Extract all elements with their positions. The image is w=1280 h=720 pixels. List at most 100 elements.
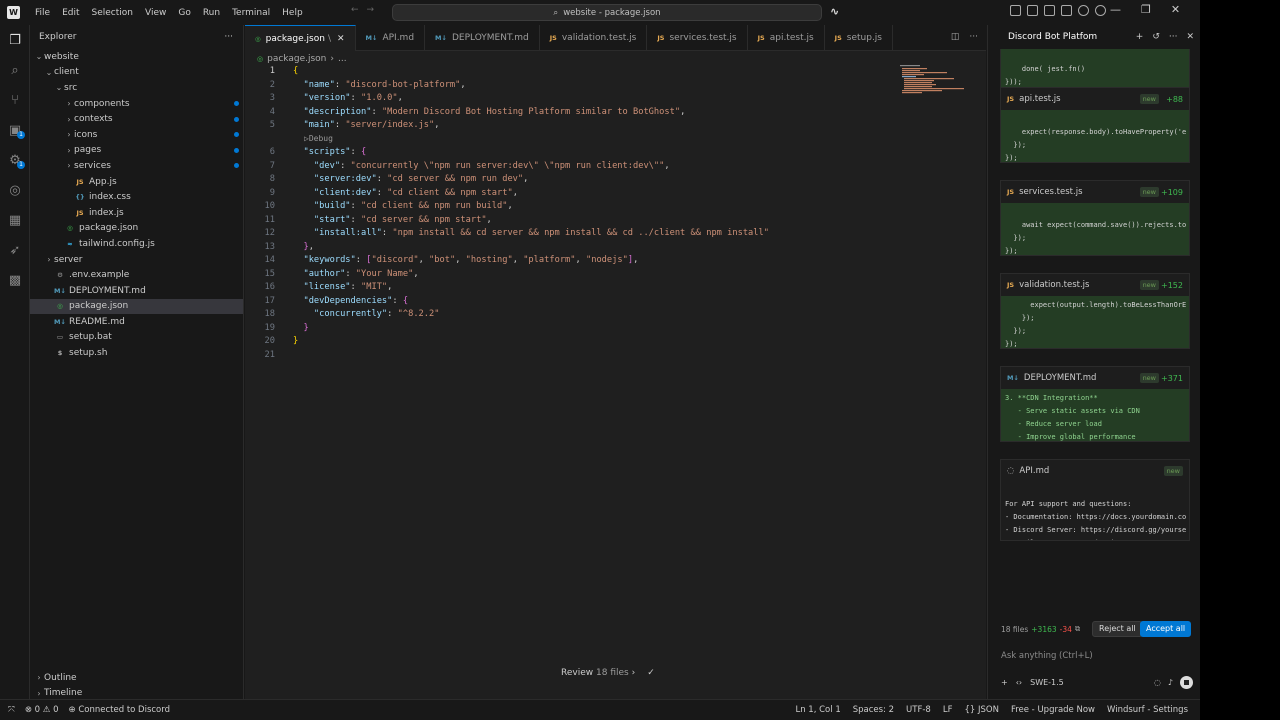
menu-selection[interactable]: Selection xyxy=(86,8,139,18)
encoding[interactable]: UTF-8 xyxy=(906,705,931,715)
connection-status[interactable]: ⊕ Connected to Discord xyxy=(69,705,171,715)
remote-indicator-icon[interactable]: ⤧ xyxy=(8,705,15,715)
menu-terminal[interactable]: Terminal xyxy=(226,8,276,18)
diff-card[interactable]: JS validation.test.js new +152 expect(outpu… xyxy=(1000,273,1190,349)
breadcrumb-more[interactable]: ... xyxy=(338,54,347,64)
tree-item[interactable]: ◎ package.json xyxy=(30,221,243,237)
tree-item[interactable]: ⚙ .env.example xyxy=(30,267,243,283)
tree-item[interactable]: ⌄ website xyxy=(30,49,243,65)
new-chat-icon[interactable]: + xyxy=(1136,32,1144,42)
deploy-icon[interactable]: ➶ xyxy=(0,235,30,265)
breadcrumb-file[interactable]: package.json xyxy=(267,54,326,64)
more-actions-icon[interactable]: ··· xyxy=(1169,32,1178,42)
tree-item[interactable]: {} index.css xyxy=(30,189,243,205)
search-view-icon[interactable]: ⌕ xyxy=(0,55,30,85)
command-center[interactable]: ⌕ website - package.json xyxy=(392,4,822,21)
tree-item[interactable]: JS index.js xyxy=(30,205,243,221)
minimap[interactable] xyxy=(900,65,968,95)
microphone-icon[interactable]: ♪ xyxy=(1168,678,1173,687)
chat-title[interactable]: Discord Bot Platfom xyxy=(1008,32,1097,42)
minimize-icon[interactable]: — xyxy=(1110,3,1121,16)
source-control-icon[interactable]: ⑂ xyxy=(0,85,30,115)
menu-run[interactable]: Run xyxy=(197,8,226,18)
model-selector[interactable]: SWE-1.5 xyxy=(1030,678,1064,687)
code-icon[interactable]: ‹› xyxy=(1016,678,1022,687)
diff-card-filename[interactable]: DEPLOYMENT.md xyxy=(1024,373,1097,383)
close-window-icon[interactable]: ✕ xyxy=(1171,3,1180,16)
chat-input[interactable]: Ask anything (Ctrl+L) xyxy=(1001,651,1093,661)
tab-deployment-md[interactable]: M↓ DEPLOYMENT.md xyxy=(425,25,540,51)
tree-item[interactable]: M↓ README.md xyxy=(30,314,243,330)
indentation[interactable]: Spaces: 2 xyxy=(853,705,894,715)
close-panel-icon[interactable]: ✕ xyxy=(1186,32,1194,42)
tree-item[interactable]: ▭ setup.bat xyxy=(30,330,243,346)
back-arrow-icon[interactable]: ← xyxy=(351,5,359,15)
extensions-icon[interactable]: ▣ 1 xyxy=(0,115,30,145)
grid-icon[interactable]: ▦ xyxy=(0,205,30,235)
tree-item[interactable]: › components xyxy=(30,96,243,112)
tree-item[interactable]: JS App.js xyxy=(30,174,243,190)
tab-package-json[interactable]: ◎ package.json \ ✕ xyxy=(245,25,356,51)
tree-item[interactable]: › pages xyxy=(30,143,243,159)
tree-item[interactable]: › icons xyxy=(30,127,243,143)
outline-section[interactable]: › Outline xyxy=(30,670,244,686)
stop-button[interactable] xyxy=(1180,676,1193,689)
windsurf-settings[interactable]: Windsurf - Settings xyxy=(1107,705,1188,715)
tab-api-md[interactable]: M↓ API.md xyxy=(356,25,426,51)
diff-card[interactable]: M↓ DEPLOYMENT.md new +371 3. **CDN Integrati… xyxy=(1000,366,1190,442)
customize-layout-icon[interactable] xyxy=(1061,5,1072,16)
add-context-icon[interactable]: + xyxy=(1001,678,1008,687)
menu-file[interactable]: File xyxy=(29,8,56,18)
checkmark-icon[interactable]: ✓ xyxy=(647,668,655,678)
close-tab-icon[interactable]: ✕ xyxy=(337,34,345,44)
tab-validation-test-js[interactable]: JS validation.test.js xyxy=(540,25,648,51)
eol[interactable]: LF xyxy=(943,705,953,715)
tree-item[interactable]: › services xyxy=(30,158,243,174)
toggle-primary-sidebar-icon[interactable] xyxy=(1010,5,1021,16)
debug-codelens[interactable]: ▷Debug xyxy=(304,134,333,143)
reject-all-button[interactable]: Reject all xyxy=(1092,621,1143,637)
tree-item[interactable]: ⌄ src xyxy=(30,80,243,96)
more-actions-icon[interactable]: ··· xyxy=(224,32,233,42)
run-debug-icon[interactable]: ⚙ 1 xyxy=(0,145,30,175)
diff-card[interactable]: JS api.test.js new +88 expect(response.body… xyxy=(1000,87,1190,163)
tree-item[interactable]: ≈ tailwind.config.js xyxy=(30,236,243,252)
windsurf-logo-icon[interactable]: ∿ xyxy=(830,5,839,18)
diff-card-filename[interactable]: API.md xyxy=(1019,466,1049,476)
menu-view[interactable]: View xyxy=(139,8,172,18)
tree-item[interactable]: ◎ package.json xyxy=(30,298,243,315)
tab-api-test-js[interactable]: JS api.test.js xyxy=(748,25,825,51)
tab-setup-js[interactable]: JS setup.js xyxy=(825,25,893,51)
menu-go[interactable]: Go xyxy=(172,8,196,18)
diff-card-filename[interactable]: services.test.js xyxy=(1019,187,1082,197)
language-mode[interactable]: {} JSON xyxy=(964,705,998,715)
copy-icon[interactable]: ⧉ xyxy=(1075,624,1080,634)
diff-card[interactable]: JS services.test.js new +109 await expect(c… xyxy=(1000,180,1190,256)
accept-all-button[interactable]: Accept all xyxy=(1140,621,1192,637)
tree-item[interactable]: M↓ DEPLOYMENT.md xyxy=(30,283,243,299)
diff-card-filename[interactable]: validation.test.js xyxy=(1019,280,1089,290)
tab-services-test-js[interactable]: JS services.test.js xyxy=(647,25,748,51)
tree-item[interactable]: › contexts xyxy=(30,111,243,127)
diff-card-filename[interactable]: api.test.js xyxy=(1019,94,1060,104)
plan-status[interactable]: Free - Upgrade Now xyxy=(1011,705,1095,715)
menu-help[interactable]: Help xyxy=(276,8,309,18)
forward-arrow-icon[interactable]: → xyxy=(367,5,375,15)
diff-card[interactable]: ◌ API.md new For API support and questions… xyxy=(1000,459,1190,541)
toggle-secondary-sidebar-icon[interactable] xyxy=(1044,5,1055,16)
remote-icon[interactable]: ◎ xyxy=(0,175,30,205)
explorer-icon[interactable]: ❐ xyxy=(0,25,30,55)
tree-item[interactable]: › server xyxy=(30,252,243,268)
tree-item[interactable]: ⌄ client xyxy=(30,65,243,81)
settings-gear-icon[interactable] xyxy=(1078,5,1089,16)
toggle-panel-icon[interactable] xyxy=(1027,5,1038,16)
maximize-icon[interactable]: ❐ xyxy=(1141,3,1151,16)
tree-item[interactable]: $ setup.sh xyxy=(30,345,243,361)
problems-indicator[interactable]: ⊗ 0 ⚠ 0 xyxy=(25,705,59,715)
history-icon[interactable]: ↺ xyxy=(1152,32,1160,42)
split-editor-icon[interactable]: ◫ xyxy=(951,32,960,42)
package-icon[interactable]: ▩ xyxy=(0,265,30,295)
more-actions-icon[interactable]: ··· xyxy=(969,32,978,42)
review-button[interactable]: Review 18 files › xyxy=(561,668,635,678)
cursor-position[interactable]: Ln 1, Col 1 xyxy=(795,705,840,715)
